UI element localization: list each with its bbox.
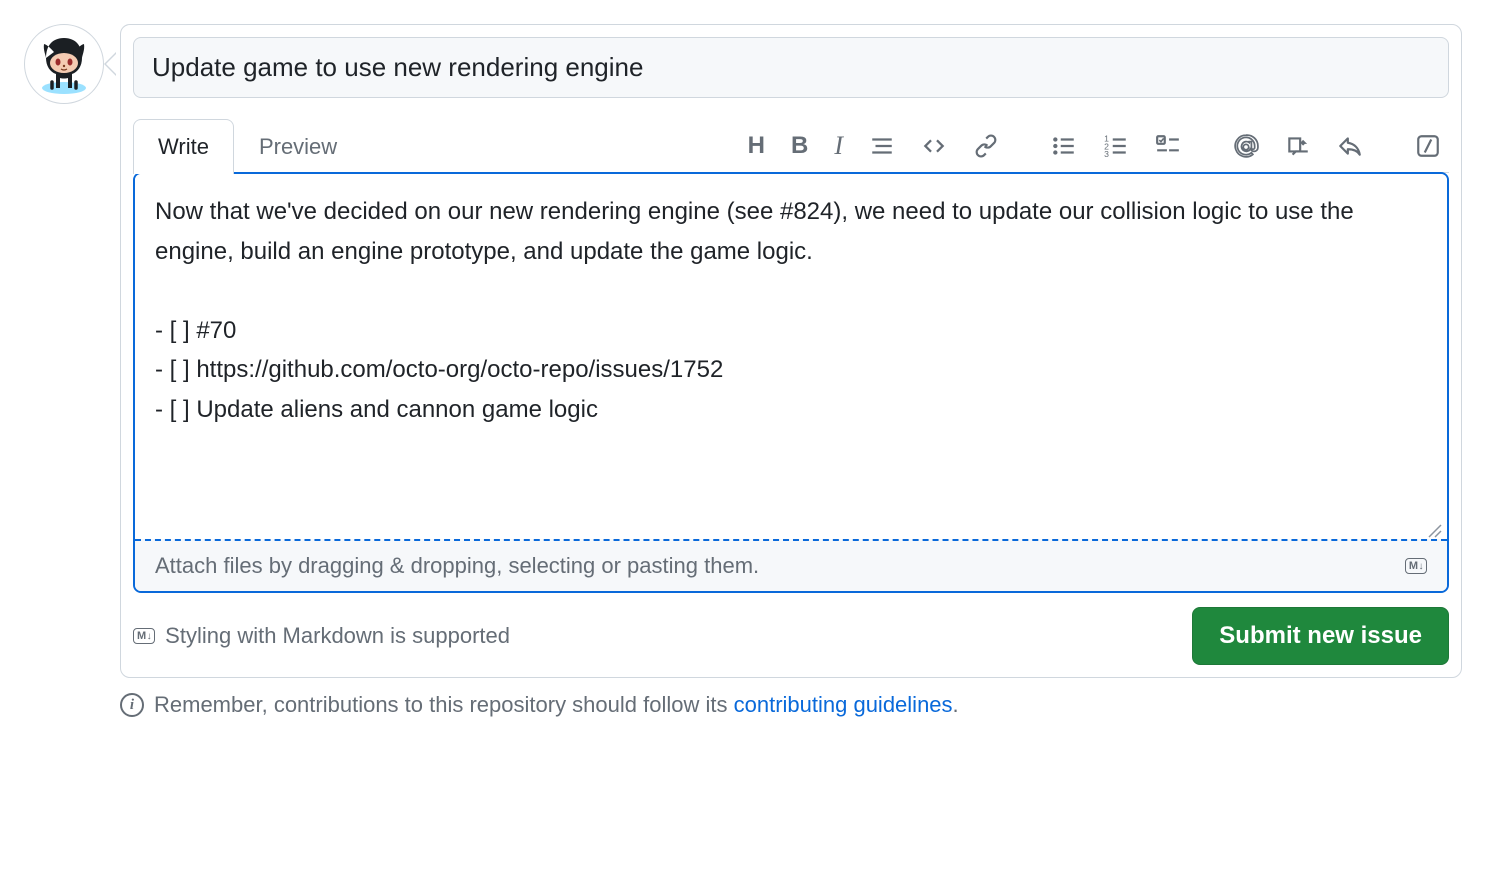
tab-write[interactable]: Write	[133, 119, 234, 174]
styling-hint-text: Styling with Markdown is supported	[165, 623, 510, 649]
form-footer-row: M↓ Styling with Markdown is supported Su…	[133, 607, 1449, 665]
markdown-badge-icon: M↓	[133, 628, 155, 644]
octocat-icon	[32, 32, 96, 96]
svg-text:3: 3	[1104, 148, 1109, 158]
editor-tabs-row: Write Preview H B I	[133, 118, 1449, 173]
contributing-info-row: i Remember, contributions to this reposi…	[120, 692, 1462, 718]
contributing-guidelines-link[interactable]: contributing guidelines	[734, 692, 953, 717]
ordered-list-button[interactable]: 123	[1099, 129, 1133, 163]
issue-body-textarea[interactable]	[135, 174, 1447, 534]
link-icon	[973, 133, 999, 159]
issue-form-container: Write Preview H B I	[24, 24, 1462, 718]
markdown-badge-icon[interactable]: M↓	[1405, 558, 1427, 574]
mention-button[interactable]	[1229, 129, 1263, 163]
info-icon: i	[120, 693, 144, 717]
cross-reference-button[interactable]	[1281, 129, 1315, 163]
tab-preview[interactable]: Preview	[234, 119, 362, 174]
attach-hint-text: Attach files by dragging & dropping, sel…	[155, 553, 759, 579]
cross-reference-icon	[1285, 133, 1311, 159]
link-button[interactable]	[969, 129, 1003, 163]
issue-form-box: Write Preview H B I	[120, 24, 1462, 678]
saved-reply-button[interactable]	[1333, 129, 1367, 163]
contributing-info-text: Remember, contributions to this reposito…	[154, 692, 959, 718]
attach-files-bar[interactable]: Attach files by dragging & dropping, sel…	[135, 539, 1447, 591]
unordered-list-icon	[1051, 133, 1077, 159]
code-button[interactable]	[917, 129, 951, 163]
task-list-button[interactable]	[1151, 129, 1185, 163]
editor-wrapper: Attach files by dragging & dropping, sel…	[133, 172, 1449, 593]
bold-button[interactable]: B	[787, 128, 812, 164]
quote-icon	[869, 133, 895, 159]
heading-button[interactable]: H	[744, 128, 769, 164]
submit-new-issue-button[interactable]: Submit new issue	[1192, 607, 1449, 665]
unordered-list-button[interactable]	[1047, 129, 1081, 163]
issue-title-input[interactable]	[133, 37, 1449, 98]
reply-icon	[1337, 133, 1363, 159]
markdown-supported-hint[interactable]: M↓ Styling with Markdown is supported	[133, 623, 510, 649]
slash-commands-button[interactable]	[1411, 129, 1445, 163]
speech-bubble-caret	[104, 52, 116, 76]
mention-icon	[1233, 133, 1259, 159]
task-list-icon	[1155, 133, 1181, 159]
quote-button[interactable]	[865, 129, 899, 163]
code-icon	[921, 133, 947, 159]
ordered-list-icon: 123	[1103, 133, 1129, 159]
markdown-toolbar: H B I	[744, 127, 1449, 165]
italic-button[interactable]: I	[830, 127, 847, 165]
editor-tabs: Write Preview	[133, 118, 362, 173]
user-avatar[interactable]	[24, 24, 104, 104]
slash-icon	[1415, 133, 1441, 159]
avatar-column	[24, 24, 104, 104]
